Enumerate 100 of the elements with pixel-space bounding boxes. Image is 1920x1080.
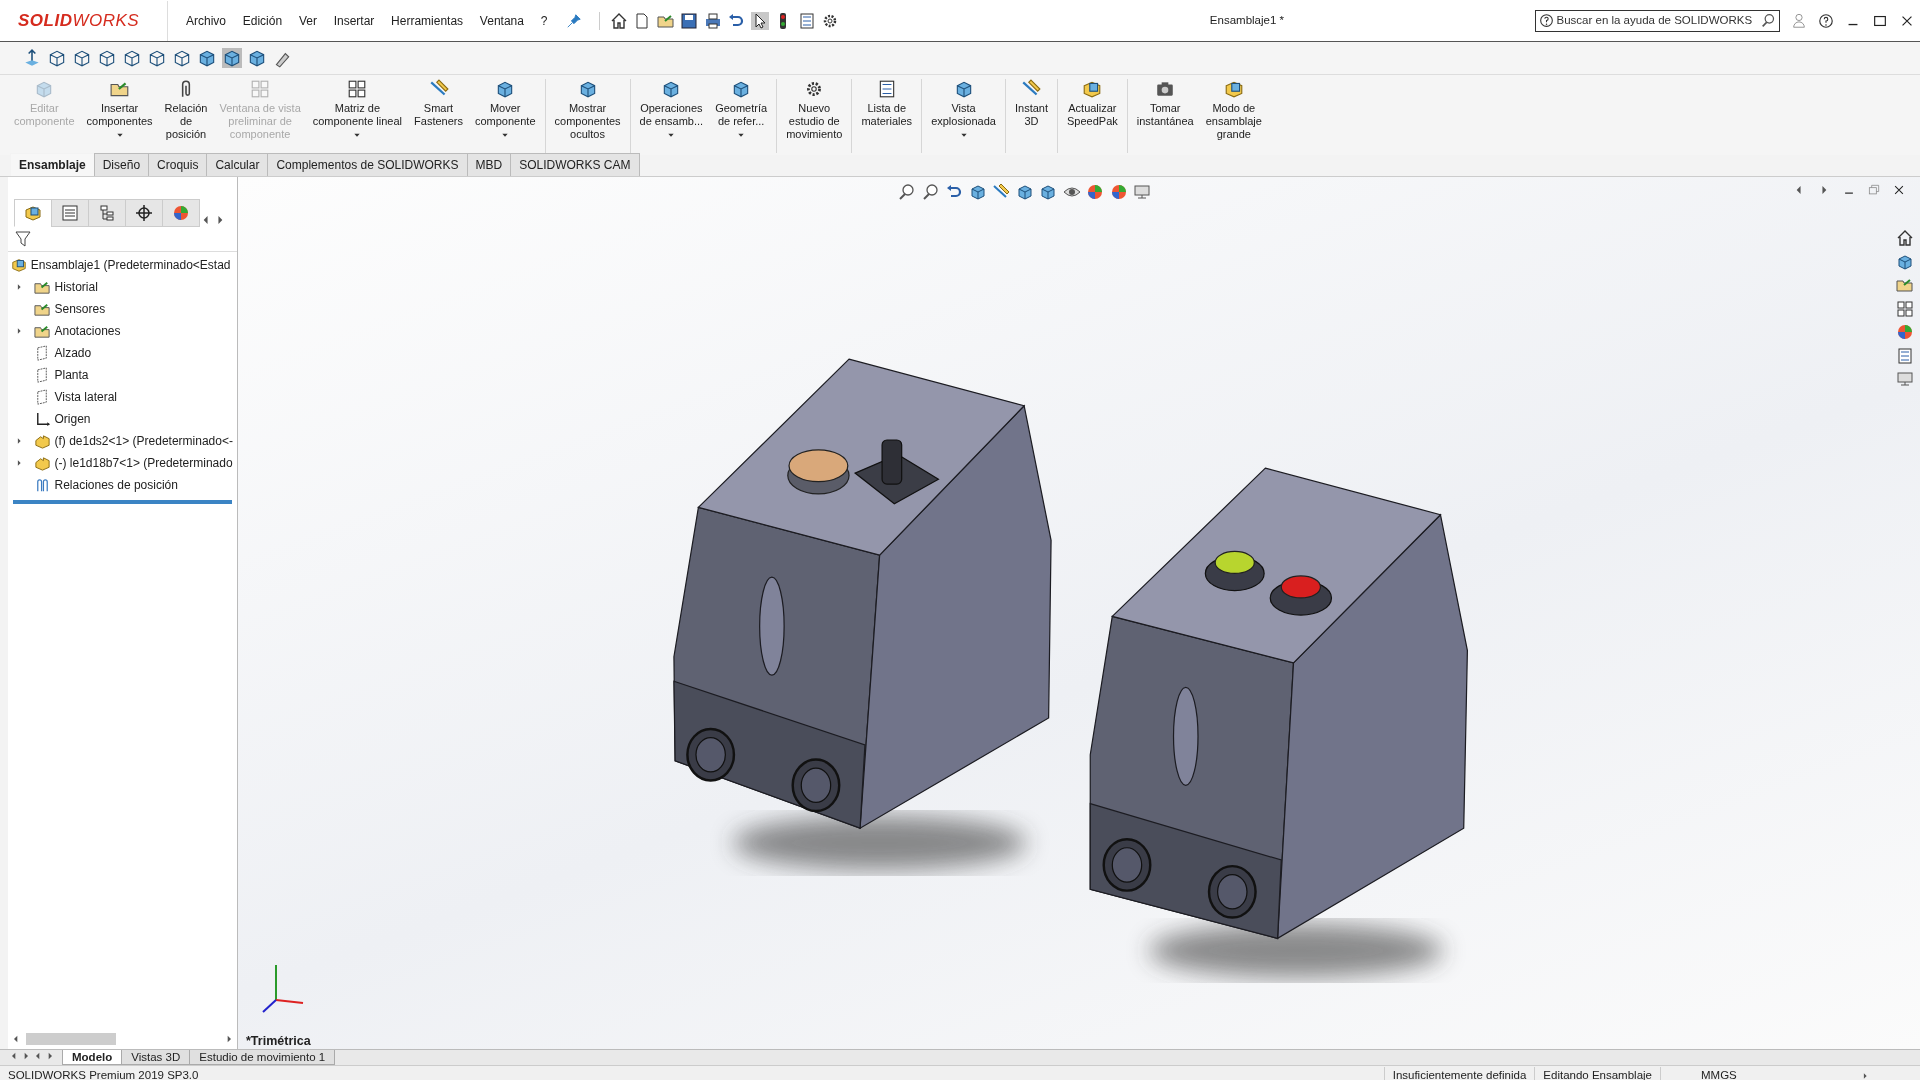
display-style-icon[interactable] bbox=[1039, 183, 1057, 201]
command-icon bbox=[250, 79, 271, 99]
ribbon-command[interactable]: Actualizar SpeedPak bbox=[1061, 79, 1124, 128]
folder-icon[interactable] bbox=[1896, 276, 1914, 294]
enclosure-model-drawing[interactable] bbox=[673, 358, 1052, 870]
pin-icon[interactable] bbox=[566, 12, 583, 29]
status-text: SOLIDWORKS Premium 2019 SP3.0 bbox=[8, 1067, 199, 1080]
command-tab[interactable]: Ensamblaje bbox=[10, 153, 95, 176]
cube-icon[interactable] bbox=[147, 48, 167, 68]
tree-item[interactable]: Historial bbox=[54, 278, 98, 297]
ribbon-command[interactable]: Geometría de refer... bbox=[709, 79, 774, 139]
cursor-icon[interactable] bbox=[750, 11, 769, 30]
ribbon-command[interactable]: Vista explosionada bbox=[925, 79, 1002, 139]
tree-item[interactable]: Sensores bbox=[54, 300, 106, 319]
appearance-icon[interactable] bbox=[1896, 323, 1914, 341]
user-icon[interactable] bbox=[1790, 12, 1807, 29]
section-view-icon[interactable] bbox=[968, 183, 987, 201]
cube-icon[interactable] bbox=[172, 48, 192, 68]
command-tab[interactable]: Complementos de SOLIDWORKS bbox=[267, 153, 468, 176]
command-icon bbox=[1155, 79, 1176, 99]
ribbon-command[interactable]: Operaciones de ensamb... bbox=[633, 79, 710, 139]
zoom-area-icon[interactable] bbox=[921, 183, 940, 201]
help-icon bbox=[1538, 13, 1554, 28]
menu-item[interactable]: Herramientas bbox=[384, 9, 471, 32]
cube-icon[interactable] bbox=[47, 48, 67, 68]
ribbon-command[interactable]: Modo de ensamblaje grande bbox=[1199, 79, 1268, 141]
home-icon[interactable] bbox=[1896, 229, 1914, 247]
command-tab[interactable]: Calcular bbox=[206, 153, 269, 176]
window-title: Ensamblaje1 * bbox=[1208, 12, 1285, 28]
tree-item[interactable]: Origen bbox=[54, 410, 91, 429]
zoom-icon[interactable] bbox=[898, 183, 916, 201]
cube-icon[interactable] bbox=[222, 48, 242, 68]
appearance-icon[interactable] bbox=[1086, 183, 1104, 201]
tree-item[interactable]: Alzado bbox=[54, 344, 92, 363]
ribbon-command[interactable]: Mostrar componentes ocultos bbox=[548, 79, 627, 141]
printer-icon[interactable] bbox=[703, 11, 722, 30]
command-icon bbox=[347, 79, 368, 99]
cube-icon[interactable] bbox=[197, 48, 217, 68]
ribbon-command[interactable]: Instant 3D bbox=[1008, 79, 1054, 128]
enclosure-model-drawing[interactable] bbox=[1089, 467, 1468, 978]
ribbon-command[interactable]: Tomar instantánea bbox=[1130, 79, 1200, 128]
ribbon-command[interactable]: Nuevo estudio de movimiento bbox=[780, 79, 849, 141]
bottom-tab[interactable]: Vistas 3D bbox=[121, 1050, 191, 1065]
close-icon[interactable] bbox=[1892, 183, 1906, 197]
menu-item[interactable]: Insertar bbox=[326, 9, 382, 32]
tree-item[interactable]: Ensamblaje1 (Predeterminado<Estad bbox=[30, 256, 231, 275]
ribbon-command[interactable]: Smart Fasteners bbox=[408, 79, 469, 128]
command-tab[interactable]: MBD bbox=[466, 153, 512, 176]
monitor-icon[interactable] bbox=[1133, 183, 1151, 201]
menu-item[interactable]: Ver bbox=[291, 9, 324, 32]
ribbon-command[interactable]: Insertar componentes bbox=[80, 79, 159, 139]
filter-icon[interactable] bbox=[13, 229, 32, 248]
rollback-bar[interactable] bbox=[12, 500, 233, 505]
ribbon-command[interactable]: Relación de posición bbox=[158, 79, 214, 141]
ribbon-command: Ventana de vista preliminar de componente bbox=[213, 79, 307, 141]
ribbon-command[interactable]: Matriz de componente lineal bbox=[306, 79, 409, 139]
panel-tab[interactable] bbox=[124, 199, 163, 227]
monitor-icon[interactable] bbox=[1896, 370, 1914, 388]
command-tab[interactable]: Diseño bbox=[93, 153, 150, 176]
menu-item[interactable]: Ventana bbox=[472, 9, 531, 32]
tree-item[interactable]: (-) le1d18b7<1> (Predeterminado bbox=[54, 454, 233, 473]
menu-item[interactable]: ? bbox=[533, 9, 555, 32]
cube-icon[interactable] bbox=[72, 48, 92, 68]
menu-item[interactable]: Edición bbox=[235, 9, 290, 32]
search-field[interactable]: Buscar en la ayuda de SOLIDWORKS bbox=[1534, 9, 1780, 32]
list-icon[interactable] bbox=[1896, 346, 1914, 365]
crosshair-icon bbox=[134, 204, 153, 222]
cube-icon[interactable] bbox=[1015, 183, 1034, 201]
cube-icon[interactable] bbox=[97, 48, 117, 68]
tree-item[interactable]: Vista lateral bbox=[54, 388, 117, 407]
grid-icon[interactable] bbox=[1896, 299, 1914, 318]
view-normal-icon[interactable] bbox=[22, 48, 42, 68]
ribbon-command[interactable]: Mover componente bbox=[468, 79, 542, 139]
ribbon-command[interactable]: Lista de materiales bbox=[855, 79, 919, 128]
cube-icon[interactable] bbox=[247, 48, 267, 68]
bottom-tab[interactable]: Estudio de movimiento 1 bbox=[189, 1050, 336, 1065]
save-icon[interactable] bbox=[680, 11, 699, 30]
command-icon bbox=[1082, 79, 1103, 99]
scene-icon[interactable] bbox=[1109, 183, 1128, 201]
app-logo: SOLIDWORKS bbox=[18, 0, 168, 41]
status-text: MMGS bbox=[1660, 1066, 1800, 1080]
help-icon[interactable] bbox=[1817, 12, 1834, 29]
command-icon bbox=[1223, 79, 1244, 99]
home-icon[interactable] bbox=[609, 11, 628, 30]
color-wheel-icon bbox=[171, 204, 190, 222]
tree-item[interactable]: Anotaciones bbox=[54, 322, 121, 341]
hierarchy-icon bbox=[97, 204, 116, 222]
tree-item[interactable]: (f) de1ds2<1> (Predeterminado<- bbox=[54, 432, 233, 451]
search-icon bbox=[1760, 13, 1776, 28]
tree-item[interactable]: Relaciones de posición bbox=[54, 476, 178, 495]
dynamic-annotation-icon[interactable] bbox=[992, 183, 1010, 201]
command-tab[interactable]: SOLIDWORKS CAM bbox=[510, 153, 640, 176]
part-icon bbox=[33, 454, 51, 472]
ribbon-command: Editar componente bbox=[8, 79, 81, 128]
tree-item[interactable]: Planta bbox=[54, 366, 89, 385]
menu-item[interactable]: Archivo bbox=[179, 9, 233, 32]
cube-icon[interactable] bbox=[122, 48, 142, 68]
command-tab[interactable]: Croquis bbox=[148, 153, 208, 176]
bottom-tab[interactable]: Modelo bbox=[62, 1050, 123, 1065]
scrollbar-thumb[interactable] bbox=[26, 1033, 116, 1045]
